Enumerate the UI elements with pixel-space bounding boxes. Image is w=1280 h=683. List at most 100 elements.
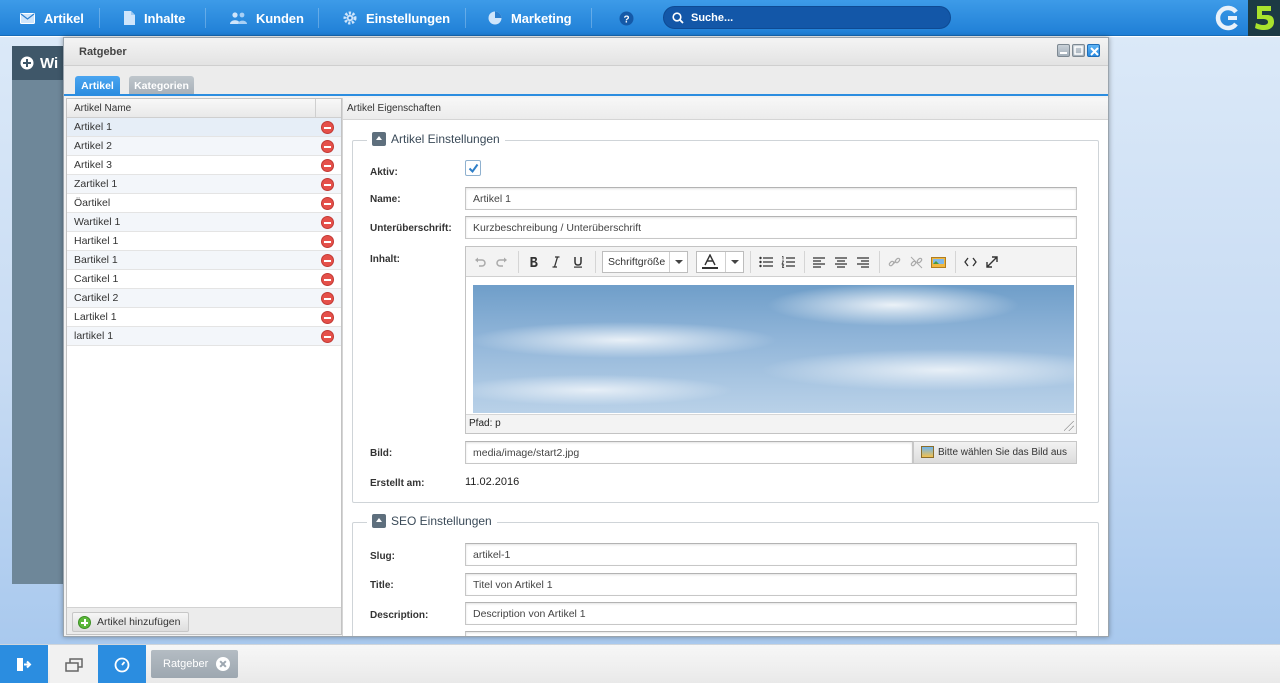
seo-settings-legend[interactable]: SEO Einstellungen — [367, 514, 497, 528]
nav-marketing-label: Marketing — [511, 10, 572, 26]
delete-icon[interactable] — [321, 216, 334, 229]
aktiv-checkbox[interactable] — [465, 160, 481, 176]
underline-button[interactable] — [570, 254, 586, 270]
maximize-button[interactable] — [1072, 44, 1085, 57]
window-titlebar[interactable]: Ratgeber — [64, 38, 1108, 66]
table-row[interactable]: Artikel 1 — [67, 118, 341, 137]
editor-content-area[interactable] — [466, 277, 1076, 414]
table-row[interactable]: Cartikel 1 — [67, 270, 341, 289]
seo-description-field[interactable]: Description von Artikel 1 — [465, 602, 1077, 625]
delete-icon[interactable] — [321, 273, 334, 286]
nav-marketing[interactable]: Marketing — [488, 0, 572, 36]
italic-button[interactable] — [548, 254, 564, 270]
row-label: Wartikel 1 — [74, 216, 121, 228]
resize-handle-icon[interactable] — [1064, 421, 1074, 431]
seo-settings-title: SEO Einstellungen — [391, 514, 492, 528]
delete-icon[interactable] — [321, 159, 334, 172]
insert-image-button[interactable] — [930, 254, 946, 270]
search-icon — [672, 11, 684, 24]
tab-artikel[interactable]: Artikel — [75, 76, 120, 95]
align-right-button[interactable] — [855, 254, 871, 270]
nav-einstellungen[interactable]: Einstellungen — [343, 0, 450, 36]
seo-title-field[interactable]: Titel von Artikel 1 — [465, 573, 1077, 596]
table-row[interactable]: Wartikel 1 — [67, 213, 341, 232]
choose-image-button[interactable]: Bitte wählen Sie das Bild aus — [913, 441, 1077, 464]
numbered-list-button[interactable] — [780, 254, 796, 270]
delete-icon[interactable] — [321, 197, 334, 210]
nav-artikel[interactable]: Artikel — [20, 0, 84, 36]
delete-icon[interactable] — [321, 178, 334, 191]
name-label: Name: — [370, 194, 401, 205]
align-left-button[interactable] — [811, 254, 827, 270]
font-size-select[interactable]: Schriftgröße — [602, 251, 688, 273]
delete-icon[interactable] — [321, 140, 334, 153]
sky-image[interactable] — [473, 285, 1074, 413]
delete-icon[interactable] — [321, 121, 334, 134]
toolbar-separator — [595, 251, 596, 273]
delete-icon[interactable] — [321, 292, 334, 305]
link-button[interactable] — [886, 254, 902, 270]
table-row[interactable]: Bartikel 1 — [67, 251, 341, 270]
search-input[interactable]: Suche... — [663, 6, 951, 29]
table-row[interactable]: Artikel 3 — [67, 156, 341, 175]
window-switcher-button[interactable] — [50, 645, 98, 683]
chevron-down-icon[interactable] — [725, 252, 743, 272]
seo-keywords-field[interactable] — [465, 631, 1077, 636]
subtitle-field[interactable]: Kurzbeschreibung / Unterüberschrift — [465, 216, 1077, 239]
taskbar-window-ratgeber[interactable]: Ratgeber — [151, 650, 238, 678]
table-row[interactable]: Öartikel — [67, 194, 341, 213]
bullet-list-button[interactable] — [758, 254, 774, 270]
table-row[interactable]: lartikel 1 — [67, 327, 341, 346]
delete-icon[interactable] — [321, 235, 334, 248]
unlink-button[interactable] — [908, 254, 924, 270]
add-article-button[interactable]: Artikel hinzufügen — [72, 612, 190, 632]
background-window-header[interactable]: Wi — [12, 46, 67, 80]
five-logo-icon — [1255, 6, 1274, 30]
close-button[interactable] — [1087, 44, 1100, 57]
article-settings-legend[interactable]: Artikel Einstellungen — [367, 132, 505, 146]
collapse-icon[interactable] — [372, 132, 386, 146]
nav-divider — [465, 8, 466, 28]
dashboard-button[interactable] — [98, 645, 146, 683]
redo-button[interactable] — [494, 254, 510, 270]
chevron-down-icon[interactable] — [669, 252, 687, 272]
minimize-button[interactable] — [1057, 44, 1070, 57]
article-list-grid: Artikel Name Artikel 1 Artikel 2 Artikel… — [66, 98, 342, 635]
background-window[interactable] — [12, 46, 67, 584]
bold-button[interactable] — [526, 254, 542, 270]
slug-field[interactable]: artikel-1 — [465, 543, 1077, 566]
table-row[interactable]: Lartikel 1 — [67, 308, 341, 327]
nav-kunden[interactable]: Kunden — [230, 0, 304, 36]
article-settings-title: Artikel Einstellungen — [391, 132, 500, 146]
name-field[interactable]: Artikel 1 — [465, 187, 1077, 210]
fullscreen-button[interactable] — [984, 254, 1000, 270]
source-code-button[interactable] — [962, 254, 978, 270]
close-icon[interactable] — [216, 657, 230, 671]
text-color-select[interactable] — [696, 251, 744, 273]
image-path-field[interactable]: media/image/start2.jpg — [465, 441, 913, 464]
logout-button[interactable] — [0, 645, 48, 683]
description-label: Description: — [370, 610, 429, 621]
table-row[interactable]: Artikel 2 — [67, 137, 341, 156]
toolbar-separator — [879, 251, 880, 273]
table-row[interactable]: Cartikel 2 — [67, 289, 341, 308]
text-color-swatch — [702, 267, 718, 269]
row-label: Cartikel 1 — [74, 273, 119, 285]
row-label: Artikel 2 — [74, 140, 112, 152]
collapse-icon[interactable] — [372, 514, 386, 528]
undo-button[interactable] — [472, 254, 488, 270]
bullet-list-icon — [759, 256, 773, 268]
grid-header[interactable]: Artikel Name — [67, 99, 341, 118]
windows-stack-icon — [65, 657, 83, 672]
help-button[interactable]: ? — [619, 0, 643, 36]
align-center-button[interactable] — [833, 254, 849, 270]
toolbar-separator — [804, 251, 805, 273]
tab-kategorien[interactable]: Kategorien — [129, 76, 194, 95]
table-row[interactable]: Zartikel 1 — [67, 175, 341, 194]
column-header-artikel-name[interactable]: Artikel Name — [74, 103, 131, 114]
delete-icon[interactable] — [321, 254, 334, 267]
delete-icon[interactable] — [321, 330, 334, 343]
delete-icon[interactable] — [321, 311, 334, 324]
table-row[interactable]: Hartikel 1 — [67, 232, 341, 251]
nav-inhalte[interactable]: Inhalte — [124, 0, 185, 36]
